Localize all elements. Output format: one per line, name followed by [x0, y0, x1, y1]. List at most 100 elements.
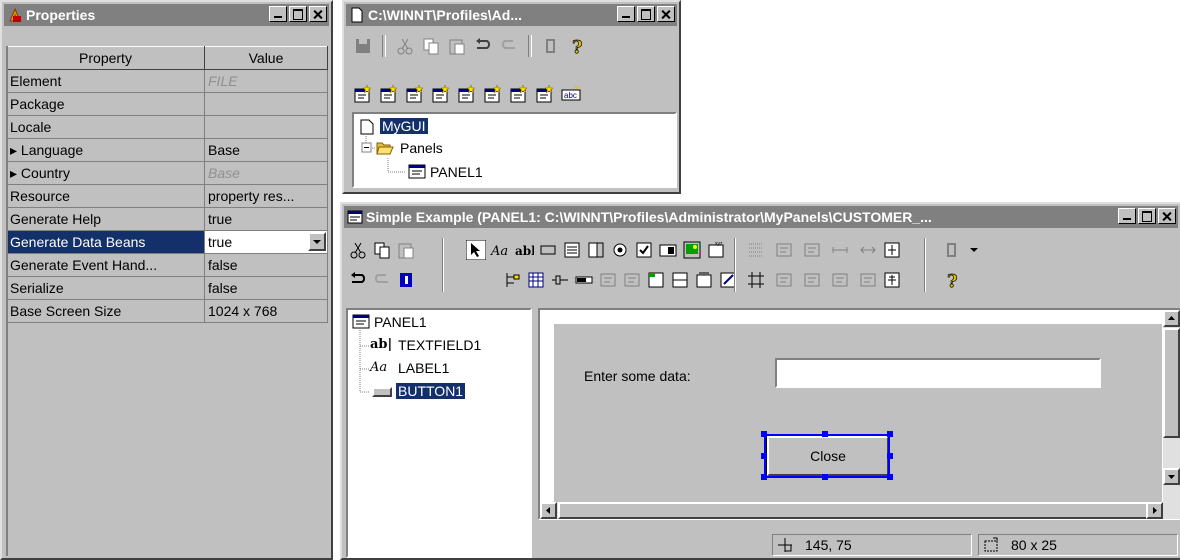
- property-value[interactable]: FILE: [204, 69, 328, 93]
- redo-icon[interactable]: [372, 270, 392, 290]
- undo-icon[interactable]: [348, 270, 368, 290]
- property-value[interactable]: false: [204, 276, 328, 300]
- new-tab-icon[interactable]: [483, 84, 503, 104]
- new-string-icon[interactable]: [457, 84, 477, 104]
- minimize-button[interactable]: [269, 6, 287, 22]
- spinner-tool-icon[interactable]: [598, 270, 618, 290]
- new-text-icon[interactable]: abc: [561, 84, 581, 104]
- textfield1-preview[interactable]: [775, 358, 1101, 388]
- center-horizontal-icon[interactable]: [882, 240, 902, 260]
- label1-preview[interactable]: Enter some data:: [584, 368, 691, 384]
- copy-icon[interactable]: [421, 36, 441, 56]
- new-panel-icon[interactable]: [353, 84, 373, 104]
- editor-titlebar[interactable]: Simple Example (PANEL1: C:\WINNT\Profile…: [344, 206, 1178, 228]
- scroll-up-button[interactable]: [1163, 310, 1180, 327]
- property-name[interactable]: Base Screen Size: [6, 299, 205, 323]
- image-tool-icon[interactable]: [682, 240, 702, 260]
- property-value[interactable]: [204, 92, 328, 116]
- new-help-icon[interactable]: [405, 84, 425, 104]
- property-name[interactable]: Resource: [6, 184, 205, 208]
- align-bottom-icon[interactable]: [802, 270, 822, 290]
- checkbox-tool-icon[interactable]: [634, 240, 654, 260]
- info-icon[interactable]: [396, 270, 416, 290]
- scroll-down-button[interactable]: [1163, 468, 1180, 485]
- scroll-right-button[interactable]: [1146, 502, 1163, 519]
- paste-icon[interactable]: [447, 36, 467, 56]
- property-column-header[interactable]: Property: [6, 46, 205, 70]
- slider-tool-icon[interactable]: [550, 270, 570, 290]
- new-table-icon[interactable]: [431, 84, 451, 104]
- same-height-icon[interactable]: [858, 240, 878, 260]
- help-icon[interactable]: ?: [942, 270, 962, 290]
- canvas-tool-icon[interactable]: xyz: [706, 240, 726, 260]
- panel1-canvas[interactable]: Enter some data: Close: [554, 324, 1162, 504]
- undo-icon[interactable]: [473, 36, 493, 56]
- resize-handle[interactable]: [761, 431, 767, 437]
- tree-label1[interactable]: LABEL1: [398, 360, 449, 376]
- dropdown-button[interactable]: [308, 232, 326, 251]
- cut-icon[interactable]: [395, 36, 415, 56]
- property-name[interactable]: Generate Data Beans: [6, 230, 205, 254]
- redo-icon[interactable]: [499, 36, 519, 56]
- textfield-tool-icon[interactable]: abl: [514, 240, 534, 260]
- list-tool-icon[interactable]: [562, 240, 582, 260]
- center-vertical-icon[interactable]: [882, 270, 902, 290]
- radio-tool-icon[interactable]: [610, 240, 630, 260]
- property-value[interactable]: Base: [204, 138, 328, 162]
- exit-icon[interactable]: [541, 36, 561, 56]
- property-name[interactable]: Locale: [6, 115, 205, 139]
- pointer-tool-icon[interactable]: [466, 240, 486, 260]
- property-row[interactable]: Locale: [6, 115, 328, 139]
- paste-icon[interactable]: [396, 240, 416, 260]
- tree-panel1[interactable]: PANEL1: [430, 164, 483, 180]
- grid-icon[interactable]: [746, 240, 766, 260]
- close-button[interactable]: [1158, 208, 1176, 224]
- minimize-button[interactable]: [617, 6, 635, 22]
- properties-titlebar[interactable]: Properties: [4, 4, 329, 26]
- property-value[interactable]: false: [204, 253, 328, 277]
- deck-pane-icon[interactable]: [694, 270, 714, 290]
- button-tool-icon[interactable]: [538, 240, 558, 260]
- tree-textfield1[interactable]: TEXTFIELD1: [398, 337, 481, 353]
- resize-handle[interactable]: [822, 474, 828, 480]
- property-value[interactable]: 1024 x 768: [204, 299, 328, 323]
- minimize-button[interactable]: [1118, 208, 1136, 224]
- property-row[interactable]: Resource property res...: [6, 184, 328, 208]
- resize-handle[interactable]: [887, 453, 893, 459]
- resize-handle[interactable]: [761, 474, 767, 480]
- property-row[interactable]: Serialize false: [6, 276, 328, 300]
- horizontal-scroll-thumb[interactable]: [558, 502, 1148, 519]
- same-width-icon[interactable]: [830, 240, 850, 260]
- property-value[interactable]: property res...: [204, 184, 328, 208]
- tree-folder-panels[interactable]: Panels: [400, 140, 443, 156]
- table-tool-icon[interactable]: [526, 270, 546, 290]
- maximize-button[interactable]: [289, 6, 307, 22]
- menu-tree-icon[interactable]: [502, 270, 522, 290]
- maximize-button[interactable]: [1138, 208, 1156, 224]
- align-top-icon[interactable]: [774, 270, 794, 290]
- new-menu-icon[interactable]: [379, 84, 399, 104]
- progress-tool-icon[interactable]: [574, 270, 594, 290]
- close-button[interactable]: [657, 6, 675, 22]
- property-value[interactable]: Base: [204, 161, 328, 185]
- property-row[interactable]: Element FILE: [6, 69, 328, 93]
- tabbed-pane-icon[interactable]: [646, 270, 666, 290]
- tree-button1[interactable]: BUTTON1: [396, 383, 466, 399]
- vertical-scrollbar[interactable]: [1163, 310, 1180, 502]
- new-image-icon[interactable]: [535, 84, 555, 104]
- same-size-icon[interactable]: [830, 270, 850, 290]
- help-icon[interactable]: ?: [567, 36, 587, 56]
- resize-handle[interactable]: [887, 431, 893, 437]
- split-pane-icon[interactable]: [670, 270, 690, 290]
- resize-handle[interactable]: [887, 474, 893, 480]
- resize-handle[interactable]: [822, 431, 828, 437]
- new-list-icon[interactable]: [509, 84, 529, 104]
- resize-handle[interactable]: [761, 453, 767, 459]
- property-row[interactable]: Generate Data Beans true: [6, 230, 328, 254]
- property-name[interactable]: Generate Event Hand...: [6, 253, 205, 277]
- property-row[interactable]: Base Screen Size 1024 x 768: [6, 299, 328, 323]
- vertical-scroll-thumb[interactable]: [1163, 328, 1180, 438]
- property-value[interactable]: true: [204, 230, 328, 254]
- maximize-button[interactable]: [637, 6, 655, 22]
- label-tool-icon[interactable]: Aa: [490, 240, 510, 260]
